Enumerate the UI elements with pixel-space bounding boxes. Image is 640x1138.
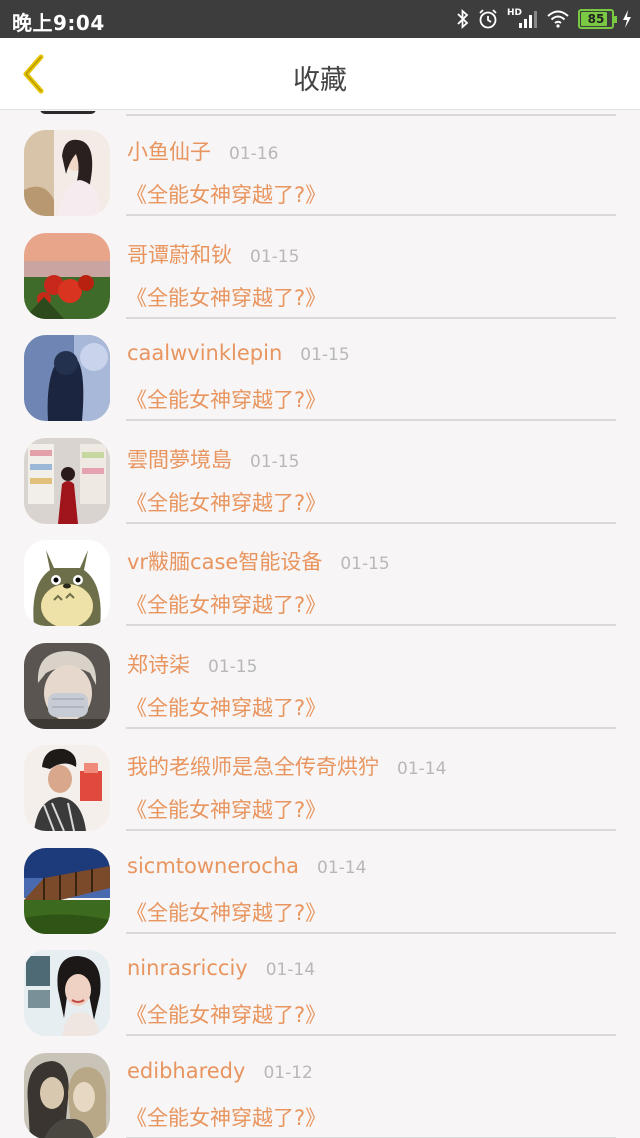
item-date: 01-15 <box>250 451 300 472</box>
avatar <box>24 232 110 319</box>
list-item[interactable]: 郑诗柒 01-15 《全能女神穿越了?》 <box>0 624 640 729</box>
item-date: 01-15 <box>340 554 390 574</box>
list-item[interactable]: ninrasricciy 01-14 《全能女神穿越了?》 <box>0 931 640 1036</box>
user-name[interactable]: 雲間夢境島 <box>127 444 232 474</box>
item-meta: sicmtownerocha 01-14 <box>127 854 366 878</box>
item-date: 01-15 <box>208 656 258 677</box>
item-date: 01-15 <box>250 246 300 267</box>
battery-icon: 85 <box>578 9 617 29</box>
avatar <box>24 437 110 524</box>
avatar <box>24 950 110 1036</box>
status-time: 晚上9:04 <box>12 11 105 35</box>
status-icons: HD 85 <box>457 7 632 31</box>
user-name[interactable]: 我的老缎师是急全传奇烘狞 <box>127 751 379 781</box>
favorites-list[interactable]: 小鱼仙子 01-16 《全能女神穿越了?》 哥谭蔚和钬 01-15 《全能女神穿… <box>0 111 640 1138</box>
list-item[interactable]: vr黻腼case智能设备 01-15 《全能女神穿越了?》 <box>0 521 640 626</box>
item-date: 01-15 <box>300 345 350 365</box>
item-meta: ninrasricciy 01-14 <box>127 956 315 980</box>
book-title[interactable]: 《全能女神穿越了?》 <box>126 1102 326 1132</box>
item-date: 01-16 <box>229 144 279 164</box>
item-meta: 我的老缎师是急全传奇烘狞 01-14 <box>127 751 446 781</box>
book-title[interactable]: 《全能女神穿越了?》 <box>126 589 326 619</box>
item-meta: edibharedy 01-12 <box>127 1059 313 1083</box>
user-name[interactable]: vr黻腼case智能设备 <box>127 546 322 576</box>
list-item[interactable]: 哥谭蔚和钬 01-15 《全能女神穿越了?》 <box>0 214 640 319</box>
charging-icon <box>622 7 632 31</box>
battery-cap <box>614 16 617 23</box>
user-name[interactable]: caalwvinklepin <box>127 341 282 365</box>
item-date: 01-14 <box>265 960 316 980</box>
bluetooth-icon <box>457 7 469 31</box>
avatar <box>24 745 110 831</box>
item-meta: caalwvinklepin 01-15 <box>127 341 350 365</box>
item-meta: 雲間夢境島 01-15 <box>127 444 299 474</box>
status-bar: 晚上9:04 HD 85 <box>0 0 640 38</box>
user-name[interactable]: 郑诗柒 <box>127 649 190 679</box>
list-item[interactable]: sicmtownerocha 01-14 《全能女神穿越了?》 <box>0 829 640 934</box>
wifi-icon <box>546 7 570 31</box>
book-title[interactable]: 《全能女神穿越了?》 <box>126 487 326 517</box>
book-title[interactable]: 《全能女神穿越了?》 <box>126 282 326 312</box>
book-title[interactable]: 《全能女神穿越了?》 <box>126 179 326 209</box>
item-meta: 郑诗柒 01-15 <box>127 649 257 679</box>
user-name[interactable]: edibharedy <box>127 1059 245 1083</box>
item-date: 01-12 <box>263 1062 313 1083</box>
book-title[interactable]: 《全能女神穿越了?》 <box>126 794 326 824</box>
user-name[interactable]: sicmtownerocha <box>127 854 299 878</box>
item-meta: 小鱼仙子 01-16 <box>127 136 278 166</box>
battery-level: 85 <box>587 12 605 26</box>
avatar <box>24 1052 110 1138</box>
book-title[interactable]: 《全能女神穿越了?》 <box>126 897 326 927</box>
list-item[interactable]: 我的老缎师是急全传奇烘狞 01-14 《全能女神穿越了?》 <box>0 726 640 831</box>
user-name[interactable]: 小鱼仙子 <box>127 136 211 166</box>
list-item[interactable]: caalwvinklepin 01-15 《全能女神穿越了?》 <box>0 316 640 421</box>
avatar <box>24 847 110 934</box>
title-bar: 收藏 <box>0 38 640 110</box>
network-type: HD <box>506 7 522 18</box>
avatar <box>24 642 110 729</box>
book-title[interactable]: 《全能女神穿越了?》 <box>126 692 326 722</box>
list-item[interactable]: 小鱼仙子 01-16 《全能女神穿越了?》 <box>0 111 640 216</box>
item-date: 01-14 <box>397 759 447 779</box>
avatar <box>24 335 110 421</box>
list-item[interactable]: 雲間夢境島 01-15 《全能女神穿越了?》 <box>0 419 640 524</box>
item-meta: vr黻腼case智能设备 01-15 <box>127 546 390 576</box>
book-title[interactable]: 《全能女神穿越了?》 <box>126 999 326 1029</box>
user-name[interactable]: 哥谭蔚和钬 <box>127 239 232 269</box>
item-meta: 哥谭蔚和钬 01-15 <box>127 239 299 269</box>
book-title[interactable]: 《全能女神穿越了?》 <box>126 384 326 414</box>
list-item[interactable]: edibharedy 01-12 《全能女神穿越了?》 <box>0 1034 640 1138</box>
alarm-icon <box>477 7 499 31</box>
avatar <box>24 540 110 626</box>
signal-icon: HD <box>507 7 538 31</box>
user-name[interactable]: ninrasricciy <box>127 956 248 980</box>
page-title: 收藏 <box>293 65 347 96</box>
item-date: 01-14 <box>317 857 367 878</box>
avatar <box>24 130 110 216</box>
